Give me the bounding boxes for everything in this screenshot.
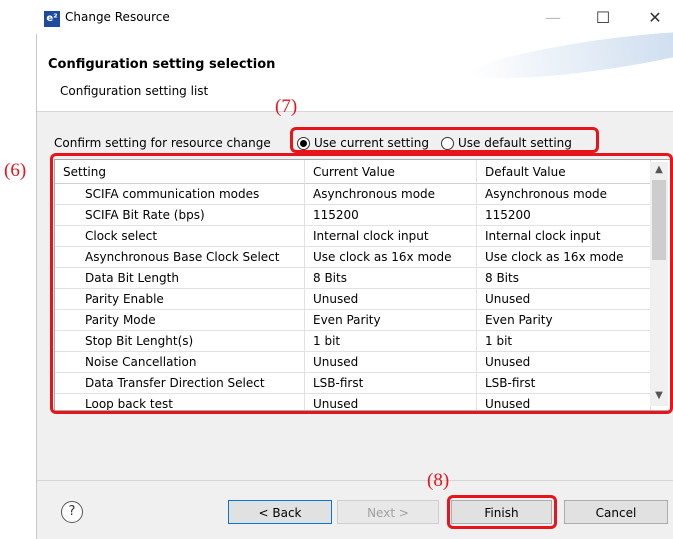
confirm-setting-label: Confirm setting for resource change bbox=[54, 136, 271, 150]
page-title: Configuration setting selection bbox=[48, 57, 276, 72]
annotation-label-6: (6) bbox=[4, 160, 27, 181]
annotation-label-7: (7) bbox=[275, 96, 298, 117]
header-divider bbox=[37, 111, 673, 112]
annotation-box-8 bbox=[447, 495, 557, 529]
e2-studio-app-icon: e² bbox=[44, 11, 60, 27]
page-subtitle: Configuration setting list bbox=[60, 84, 209, 98]
next-button[interactable]: Next > bbox=[337, 500, 439, 524]
footer-divider bbox=[37, 480, 673, 481]
annotation-box-7 bbox=[290, 127, 599, 153]
cancel-button[interactable]: Cancel bbox=[564, 500, 668, 524]
back-button[interactable]: < Back bbox=[228, 500, 332, 524]
window-title: Change Resource bbox=[65, 10, 170, 24]
annotation-box-6 bbox=[50, 153, 673, 414]
close-icon[interactable]: ✕ bbox=[645, 8, 665, 28]
minimize-icon[interactable]: — bbox=[543, 8, 563, 28]
help-icon[interactable]: ? bbox=[61, 501, 83, 523]
annotation-label-8: (8) bbox=[427, 470, 450, 491]
maximize-icon[interactable]: ☐ bbox=[593, 8, 613, 28]
